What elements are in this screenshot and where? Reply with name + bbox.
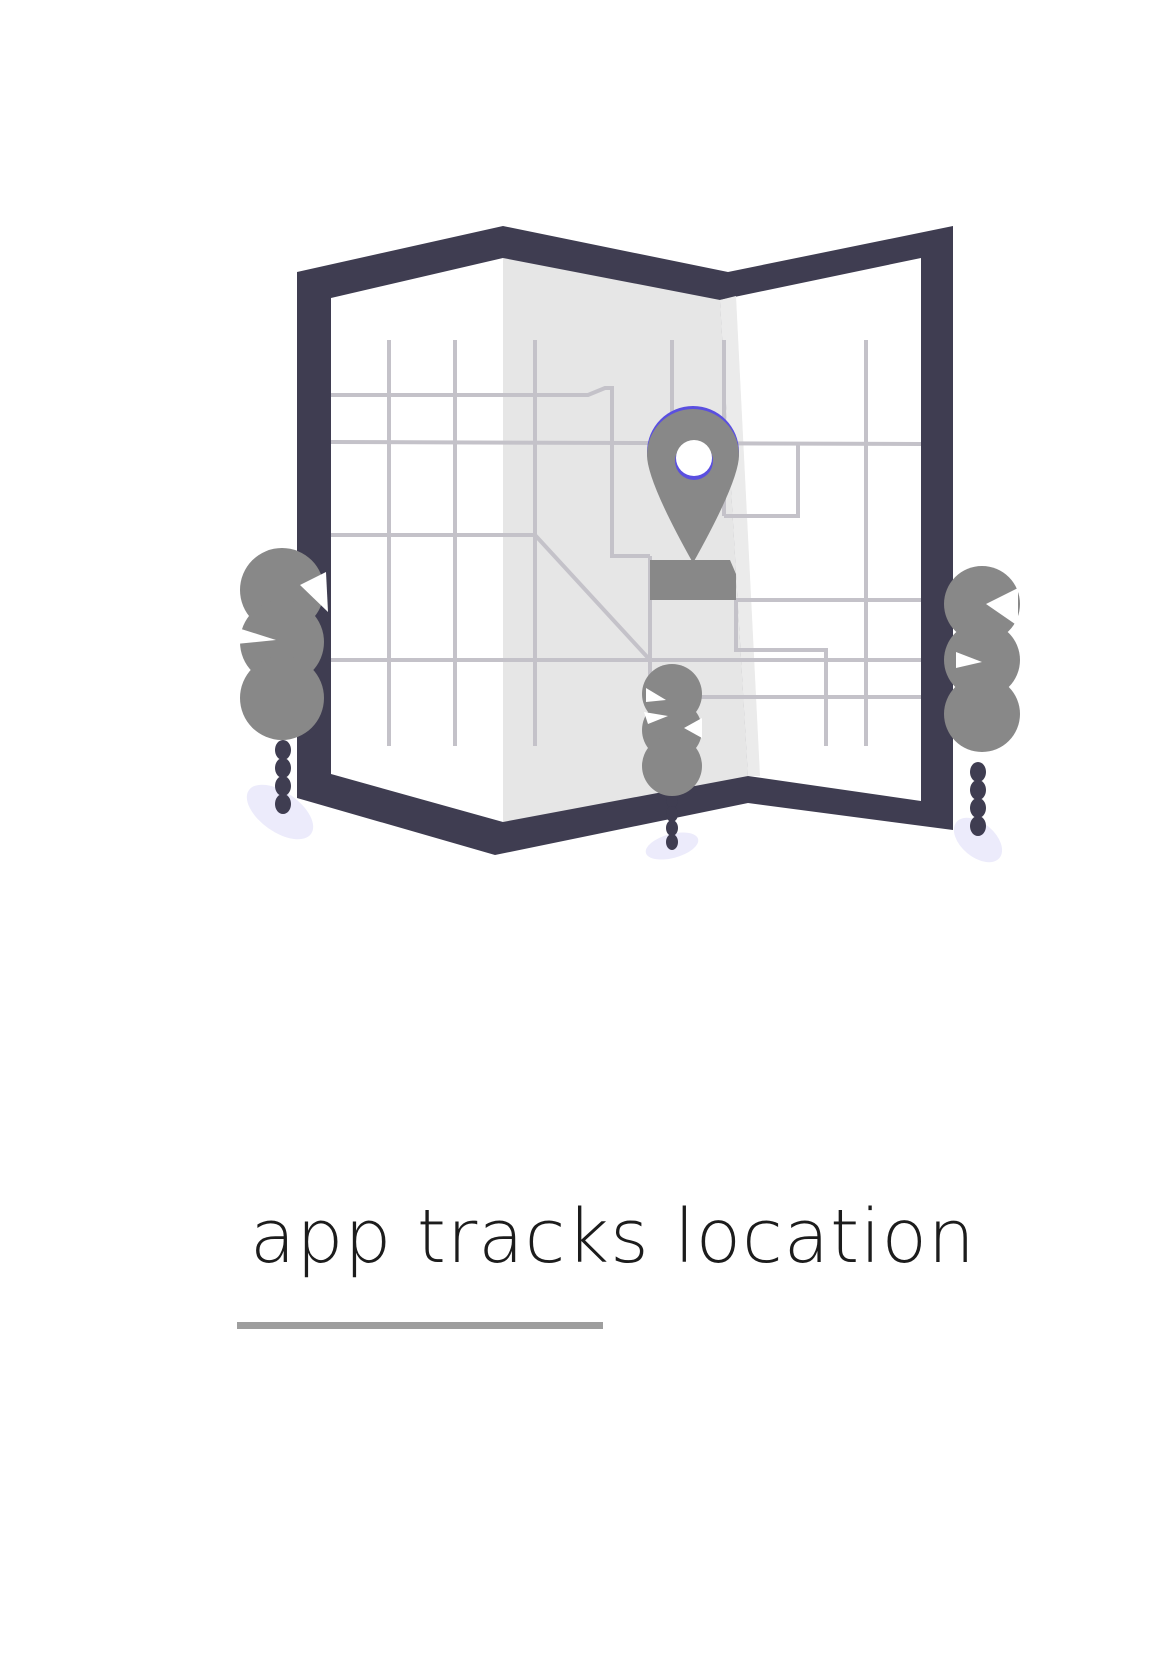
folded-map-icon [297, 226, 953, 855]
tree-icon [236, 548, 328, 840]
map-block [650, 560, 736, 600]
caption-divider [237, 1322, 603, 1329]
tree-icon [642, 664, 702, 860]
screen-caption: app tracks location [250, 1194, 976, 1280]
tree-icon [944, 566, 1020, 863]
map-paper-left [331, 258, 503, 822]
folded-map-illustration [236, 226, 1020, 863]
